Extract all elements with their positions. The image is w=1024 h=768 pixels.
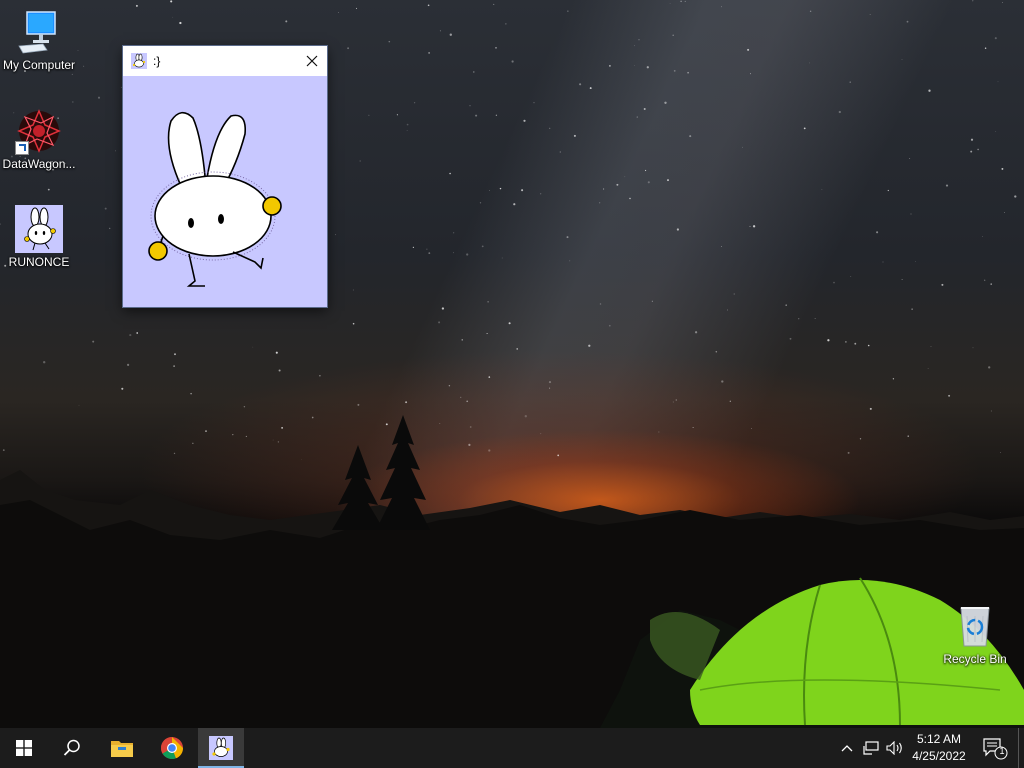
close-icon: [306, 55, 318, 67]
file-explorer-icon: [111, 741, 133, 757]
recycle-bin-icon: [951, 602, 999, 650]
taskbar-file-explorer[interactable]: [98, 728, 146, 768]
volume-icon: [886, 741, 902, 755]
tray-overflow-button[interactable]: [838, 728, 856, 768]
network-button[interactable]: [860, 728, 882, 768]
red-geometric-icon: [15, 107, 63, 155]
monitor-icon: [15, 8, 63, 56]
desktop-icon-label: Recycle Bin: [943, 652, 1007, 666]
bunny-app-window[interactable]: :}: [123, 46, 327, 307]
search-button[interactable]: [48, 728, 96, 768]
show-desktop-button[interactable]: [1018, 728, 1024, 768]
chrome-icon: [161, 737, 184, 760]
desktop-icon-recycle-bin[interactable]: Recycle Bin: [937, 602, 1013, 666]
taskbar-chrome[interactable]: [148, 728, 196, 768]
chevron-up-icon: [841, 745, 853, 752]
windows-start-icon: [16, 740, 32, 756]
action-center-button[interactable]: 1: [978, 728, 1012, 768]
search-icon: [63, 739, 80, 756]
bunny-app-icon: [209, 736, 233, 760]
taskbar: 5:12 AM 4/25/2022 1: [0, 728, 1024, 768]
clock-time: 5:12 AM: [916, 732, 962, 746]
desktop-icon-runonce[interactable]: RUNONCE: [1, 205, 77, 269]
bunny-icon: [15, 205, 63, 253]
volume-button[interactable]: [884, 728, 906, 768]
bunny-icon: [131, 53, 147, 69]
dancing-bunny-image: [148, 111, 282, 287]
taskbar-bunny-app[interactable]: [198, 728, 244, 768]
network-icon: [863, 741, 879, 755]
taskbar-clock[interactable]: 5:12 AM 4/25/2022: [904, 731, 974, 765]
notification-count-badge: 1: [999, 746, 1005, 756]
start-button[interactable]: [0, 728, 48, 768]
window-titlebar[interactable]: :}: [123, 46, 327, 76]
window-client-area[interactable]: [123, 76, 327, 307]
desktop-icon-label: My Computer: [2, 58, 76, 72]
close-button[interactable]: [297, 46, 327, 76]
window-title: :}: [153, 54, 161, 68]
desktop-icon-label: RUNONCE: [8, 255, 70, 269]
desktop-icon-label: DataWagon...: [2, 157, 76, 171]
clock-date: 4/25/2022: [912, 749, 966, 763]
desktop-icon-datawagon[interactable]: DataWagon...: [1, 107, 77, 171]
desktop-icon-my-computer[interactable]: My Computer: [1, 8, 77, 72]
shortcut-arrow-icon: [15, 141, 29, 155]
